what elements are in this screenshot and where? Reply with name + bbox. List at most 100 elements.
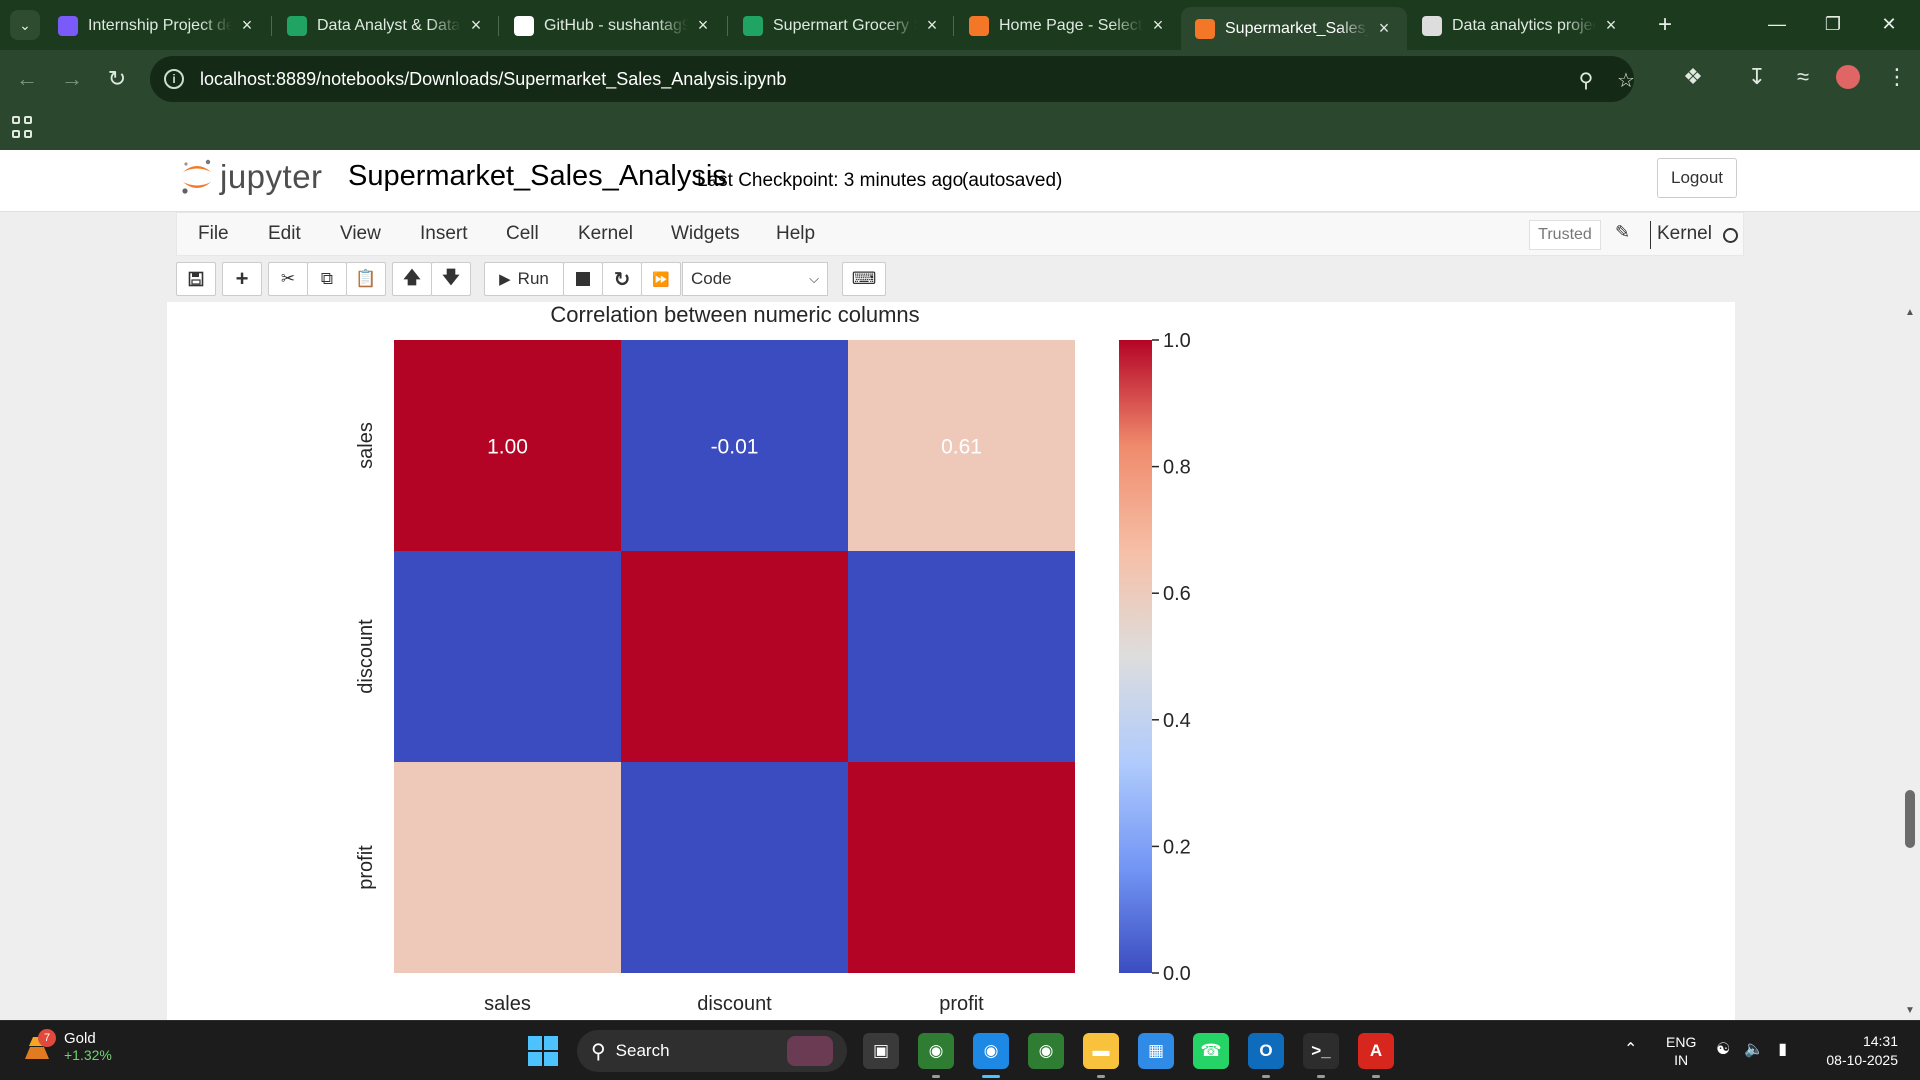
outlook-icon[interactable]: O (1248, 1033, 1284, 1078)
search-icon: ⚲ (591, 1040, 606, 1063)
jupyter-logo[interactable]: jupyter (180, 158, 323, 196)
move-down-arrow-icon[interactable]: 🡇 (431, 262, 471, 296)
menu-bar: File Edit View Insert Cell Kernel Widget… (176, 212, 1744, 256)
whatsapp-icon[interactable]: ☎ (1193, 1033, 1229, 1069)
clock-date: 08-10-2025 (1826, 1052, 1898, 1068)
pencil-icon[interactable]: ✎ (1615, 222, 1630, 243)
new-tab-icon[interactable]: + (1650, 10, 1680, 40)
restart-kernel-icon[interactable]: ↻ (602, 262, 642, 296)
notebook-name[interactable]: Supermarket_Sales_Analysis (348, 160, 727, 193)
download-icon[interactable]: ↧ (1742, 62, 1772, 92)
browser-tab[interactable]: Supermarket_Sales_A × (1181, 7, 1407, 50)
paste-icon[interactable]: 📋 (346, 262, 386, 296)
battery-icon[interactable]: ▮ (1778, 1039, 1787, 1059)
play-icon: ▶ (499, 271, 511, 288)
trusted-indicator[interactable]: Trusted (1529, 220, 1601, 250)
chrome-profile-icon[interactable]: ◉ (973, 1033, 1009, 1078)
address-bar[interactable]: i localhost:8889/notebooks/Downloads/Sup… (150, 56, 1635, 102)
browser-tab[interactable]: Data analytics projec × (1408, 7, 1634, 44)
file-explorer-icon[interactable]: ▬ (1083, 1033, 1119, 1078)
menu-widgets[interactable]: Widgets (671, 223, 740, 245)
menu-edit[interactable]: Edit (268, 223, 301, 245)
cell-type-select[interactable]: Code ⌵ (682, 262, 828, 296)
apps-grid-icon[interactable] (12, 116, 36, 140)
tab-close-icon[interactable]: × (1375, 18, 1393, 39)
back-arrow-icon[interactable]: ← (12, 64, 42, 94)
system-tray[interactable]: ☯ 🔈 ▮ (1716, 1039, 1787, 1059)
scroll-up-arrow-icon[interactable]: ▲ (1904, 306, 1916, 318)
tab-close-icon[interactable]: × (923, 15, 941, 36)
browser-tab[interactable]: GitHub - sushantag9 × (500, 7, 726, 44)
tab-separator (271, 16, 272, 36)
bookmarks-bar (0, 106, 1920, 150)
zoom-icon[interactable]: ⚲ (1574, 68, 1598, 92)
taskbar-search[interactable]: ⚲ Search (577, 1030, 847, 1072)
lang-line1: ENG (1666, 1034, 1697, 1050)
scrollbar-thumb[interactable] (1905, 790, 1915, 848)
input-language[interactable]: ENG IN (1666, 1033, 1696, 1069)
menu-cell[interactable]: Cell (506, 223, 539, 245)
show-hidden-icons-chevron-icon[interactable]: ⌃ (1624, 1039, 1637, 1059)
forward-arrow-icon[interactable]: → (57, 64, 87, 94)
kernel-name[interactable]: Kernel (1657, 223, 1712, 245)
chart-title: Correlation between numeric columns (550, 302, 919, 327)
heatmap-cell (394, 762, 621, 973)
menu-kernel[interactable]: Kernel (578, 223, 633, 245)
colorbar (1119, 340, 1152, 973)
profile-avatar[interactable] (1836, 65, 1860, 89)
wifi-icon[interactable]: ☯ (1716, 1039, 1730, 1059)
tab-close-icon[interactable]: × (1602, 15, 1620, 36)
chrome-icon[interactable]: ◉ (918, 1033, 954, 1078)
colorbar-tick-label: 0.4 (1163, 710, 1191, 732)
extensions-icon[interactable]: ❖ (1678, 62, 1708, 92)
restore-icon[interactable]: ❐ (1810, 8, 1856, 40)
tab-close-icon[interactable]: × (238, 15, 256, 36)
menu-view[interactable]: View (340, 223, 381, 245)
minimize-icon[interactable]: — (1754, 8, 1800, 40)
close-window-icon[interactable]: ✕ (1866, 8, 1912, 40)
performance-icon[interactable]: ≈ (1788, 62, 1818, 92)
browser-tab[interactable]: Internship Project de × (44, 7, 270, 44)
notebook-toolbar: + ✂ ⧉ 📋 🡅 🡇 ▶ Run ↻ ⏩ Code ⌵ ⌨ (176, 262, 1744, 298)
menu-insert[interactable]: Insert (420, 223, 468, 245)
insert-cell-plus-icon[interactable]: + (222, 262, 262, 296)
tab-search-chevron-icon[interactable]: ⌄ (10, 10, 40, 40)
tab-close-icon[interactable]: × (467, 15, 485, 36)
run-button[interactable]: ▶ Run (484, 262, 564, 296)
browser-tab[interactable]: Supermart Grocery S × (729, 7, 955, 44)
browser-tab[interactable]: Data Analyst & Data × (273, 7, 499, 44)
tab-close-icon[interactable]: × (694, 15, 712, 36)
windows-start-icon[interactable] (528, 1036, 558, 1066)
more-menu-icon[interactable]: ⋮ (1882, 62, 1912, 92)
y-tick-label: profit (355, 845, 377, 890)
x-tick-label: sales (484, 993, 531, 1015)
reload-icon[interactable]: ↻ (102, 64, 132, 94)
url-text[interactable]: localhost:8889/notebooks/Downloads/Super… (200, 69, 786, 90)
taskbar-clock[interactable]: 14:31 08-10-2025 (1812, 1032, 1898, 1070)
copy-icon[interactable]: ⧉ (307, 262, 347, 296)
volume-icon[interactable]: 🔈 (1744, 1039, 1764, 1059)
weather-widget[interactable]: 7 Gold +1.32% (22, 1028, 112, 1063)
logout-button[interactable]: Logout (1657, 158, 1737, 198)
tab-close-icon[interactable]: × (1149, 15, 1167, 36)
move-up-arrow-icon[interactable]: 🡅 (392, 262, 432, 296)
interrupt-stop-icon[interactable] (563, 262, 603, 296)
save-icon[interactable] (176, 262, 216, 296)
menu-help[interactable]: Help (776, 223, 815, 245)
restart-run-all-icon[interactable]: ⏩ (641, 262, 681, 296)
browser-tab[interactable]: Home Page - Select × (955, 7, 1181, 44)
bookmark-star-icon[interactable]: ☆ (1614, 68, 1638, 92)
task-view-icon[interactable]: ▣ (863, 1033, 899, 1069)
cut-scissors-icon[interactable]: ✂ (268, 262, 308, 296)
tab-title: Supermart Grocery S (773, 16, 917, 34)
heatmap-cell (621, 551, 848, 762)
scroll-down-arrow-icon[interactable]: ▼ (1904, 1004, 1916, 1016)
acrobat-icon[interactable]: A (1358, 1033, 1394, 1078)
site-info-icon[interactable]: i (164, 69, 184, 89)
menu-file[interactable]: File (198, 223, 229, 245)
terminal-icon[interactable]: >_ (1303, 1033, 1339, 1078)
microsoft-store-icon[interactable]: ▦ (1138, 1033, 1174, 1069)
chrome-icon[interactable]: ◉ (1028, 1033, 1064, 1069)
kernel-divider (1650, 221, 1651, 249)
keyboard-shortcuts-icon[interactable]: ⌨ (842, 262, 886, 296)
